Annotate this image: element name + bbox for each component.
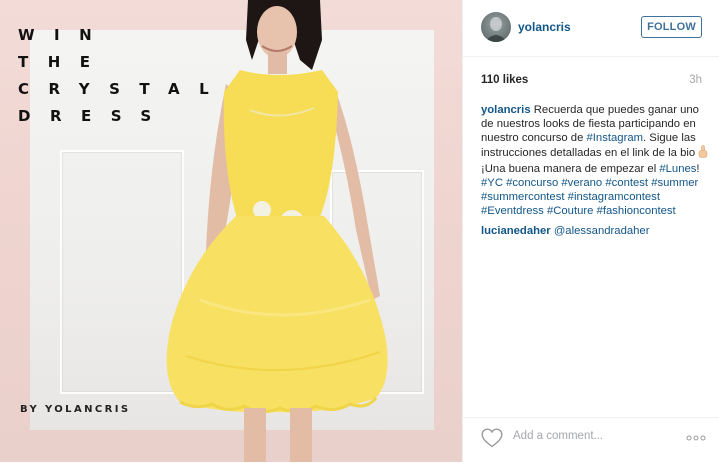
image-title-line: WIN	[18, 26, 112, 44]
hashtag-link[interactable]: #summer	[651, 177, 698, 189]
hashtag-list: #YC #concurso #verano #contest #summer #…	[481, 176, 709, 218]
comments-list: yolancris Recuerda que puedes ganar uno …	[481, 103, 709, 238]
avatar[interactable]	[481, 12, 511, 42]
comment: lucianedaher @alessandradaher	[481, 224, 709, 238]
caption-author-link[interactable]: yolancris	[481, 104, 531, 116]
post-footer: Add a comment...	[463, 417, 719, 463]
hashtag-link[interactable]: #fashioncontest	[597, 205, 676, 217]
post-side-panel: yolancris FOLLOW 110 likes 3h yolancris …	[462, 0, 719, 462]
caption-text: ¡Una buena manera de empezar el	[481, 163, 660, 175]
caption: yolancris Recuerda que puedes ganar uno …	[481, 103, 709, 162]
hashtag-link[interactable]: #verano	[561, 177, 602, 189]
hashtag-link[interactable]: #Couture	[547, 205, 593, 217]
comment-author-link[interactable]: lucianedaher	[481, 225, 551, 237]
hashtag-link[interactable]: #Instagram	[587, 132, 644, 144]
username-link[interactable]: yolancris	[518, 20, 571, 34]
follow-button[interactable]: FOLLOW	[641, 16, 702, 38]
hashtag-link[interactable]: #Lunes	[659, 163, 696, 175]
mention-link[interactable]: @alessandradaher	[554, 225, 650, 237]
post-timestamp[interactable]: 3h	[689, 74, 702, 86]
hashtag-link[interactable]: #YC	[481, 177, 503, 189]
more-options-icon[interactable]	[686, 435, 706, 441]
instagram-post: WIN THE CRYSTAL DRESS BY YOLANCRIS yolan…	[0, 0, 719, 462]
add-comment-input[interactable]: Add a comment...	[513, 430, 603, 442]
pointing-up-hand-icon	[698, 145, 708, 162]
caption-continued: ¡Una buena manera de empezar el #Lunes!	[481, 162, 709, 176]
likes-count[interactable]: 110 likes	[481, 74, 528, 86]
hashtag-link[interactable]: #summercontest	[481, 191, 565, 203]
post-image[interactable]: WIN THE CRYSTAL DRESS BY YOLANCRIS	[0, 0, 462, 462]
image-title-line: THE	[18, 53, 110, 71]
profile-avatar-icon	[485, 17, 507, 42]
hashtag-link[interactable]: #concurso	[506, 177, 558, 189]
image-title-text: WIN THE CRYSTAL DRESS	[18, 22, 228, 130]
caption-text: !	[696, 163, 700, 175]
hashtag-link[interactable]: #contest	[605, 177, 648, 189]
image-title-line: CRYSTAL	[18, 80, 229, 98]
heart-icon[interactable]	[481, 428, 503, 448]
image-title-line: DRESS	[18, 107, 171, 125]
hashtag-link[interactable]: #instagramcontest	[568, 191, 660, 203]
hashtag-link[interactable]: #Eventdress	[481, 205, 544, 217]
image-byline: BY YOLANCRIS	[20, 404, 131, 415]
post-header: yolancris FOLLOW	[463, 0, 719, 57]
